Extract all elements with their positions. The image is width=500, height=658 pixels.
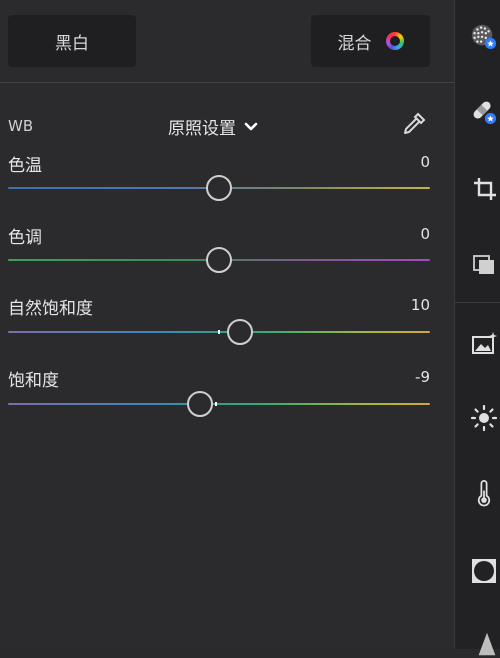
divider bbox=[0, 82, 454, 83]
temperature-thumb[interactable] bbox=[206, 175, 232, 201]
sidebar-divider bbox=[455, 302, 500, 303]
mix-button[interactable]: 混合 bbox=[311, 15, 430, 67]
wb-preset-value: 原照设置 bbox=[168, 119, 236, 139]
adjust-panel: 黑白 混合 WB 原照设置 色温 0 色调 0 自然饱和度 10 饱和度 -9 bbox=[0, 0, 454, 649]
saturation-track[interactable] bbox=[8, 403, 430, 405]
tint-thumb[interactable] bbox=[206, 247, 232, 273]
saturation-label: 饱和度 bbox=[8, 371, 59, 391]
vibrance-thumb[interactable] bbox=[227, 319, 254, 345]
vibrance-value: 10 bbox=[410, 296, 430, 314]
saturation-center-mark bbox=[215, 402, 217, 406]
vignette-icon[interactable] bbox=[470, 557, 498, 585]
eyedropper-icon[interactable] bbox=[400, 110, 428, 138]
saturation-thumb[interactable] bbox=[187, 391, 213, 417]
black-white-label: 黑白 bbox=[55, 33, 89, 54]
wb-preset-dropdown[interactable]: 原照设置 bbox=[168, 114, 258, 139]
temperature-label: 色温 bbox=[8, 156, 42, 176]
layers-icon[interactable] bbox=[471, 250, 499, 278]
vibrance-label: 自然饱和度 bbox=[8, 299, 93, 319]
black-white-button[interactable]: 黑白 bbox=[8, 15, 136, 67]
mix-label: 混合 bbox=[337, 33, 372, 54]
more-icon[interactable] bbox=[473, 630, 500, 658]
tool-sidebar bbox=[454, 0, 500, 656]
tint-label: 色调 bbox=[8, 228, 42, 248]
chevron-down-icon bbox=[244, 122, 258, 130]
wb-label: WB bbox=[8, 117, 34, 135]
brightness-icon[interactable] bbox=[470, 404, 498, 432]
color-dots-icon[interactable] bbox=[469, 22, 497, 50]
temperature-value: 0 bbox=[420, 153, 430, 171]
saturation-value: -9 bbox=[415, 368, 430, 386]
crop-rotate-icon[interactable] bbox=[471, 175, 499, 203]
healing-bandage-icon[interactable] bbox=[469, 97, 497, 125]
image-effect-icon[interactable] bbox=[470, 330, 498, 358]
vibrance-center-mark bbox=[218, 330, 220, 334]
tint-value: 0 bbox=[420, 225, 430, 243]
thermometer-icon[interactable] bbox=[470, 480, 498, 508]
color-wheel-icon bbox=[385, 32, 404, 50]
